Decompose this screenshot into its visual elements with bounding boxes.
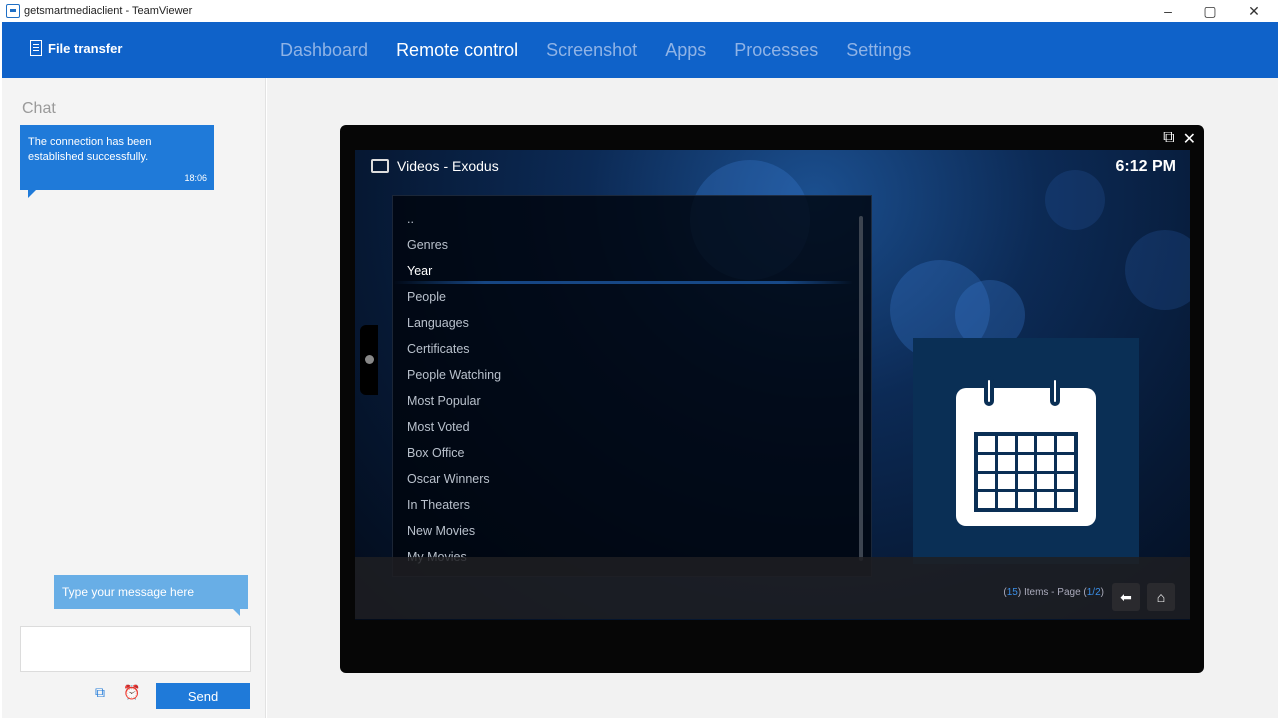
- chat-message-text: The connection has been established succ…: [28, 136, 152, 163]
- popout-icon[interactable]: ⧉: [1163, 129, 1174, 149]
- list-scrollbar[interactable]: [859, 216, 863, 561]
- app-header: File transfer Dashboard Remote control S…: [2, 22, 1278, 78]
- main-tabs: Dashboard Remote control Screenshot Apps…: [266, 22, 925, 78]
- frame-tools: ⧉ ✕: [1163, 129, 1196, 149]
- close-session-icon[interactable]: ✕: [1183, 129, 1196, 149]
- tab-screenshot[interactable]: Screenshot: [546, 40, 637, 61]
- list-item[interactable]: People: [393, 284, 853, 310]
- item-count-mid: ) Items - Page (: [1017, 587, 1087, 598]
- chat-pane: Chat The connection has been established…: [2, 78, 266, 718]
- list-item[interactable]: Certificates: [393, 336, 853, 362]
- teamviewer-icon: [6, 4, 20, 18]
- tab-apps[interactable]: Apps: [665, 40, 706, 61]
- kodi-menu-list: .. Genres Year People Languages Certific…: [392, 195, 872, 577]
- list-item[interactable]: Oscar Winners: [393, 466, 853, 492]
- list-item-selected[interactable]: Year: [393, 258, 853, 284]
- alarm-icon[interactable]: ⏰: [122, 682, 142, 702]
- back-arrow-icon[interactable]: ⬅: [1112, 583, 1140, 611]
- calendar-thumbnail: [913, 338, 1139, 564]
- chat-message: The connection has been established succ…: [20, 125, 214, 198]
- screenshot-share-icon[interactable]: ⧉: [90, 682, 110, 702]
- tab-settings[interactable]: Settings: [846, 40, 911, 61]
- list-item[interactable]: Box Office: [393, 440, 853, 466]
- list-item[interactable]: Most Voted: [393, 414, 853, 440]
- chat-message-input[interactable]: [20, 626, 251, 672]
- list-item[interactable]: New Movies: [393, 518, 853, 544]
- list-item[interactable]: Languages: [393, 310, 853, 336]
- chat-message-time: 18:06: [184, 173, 207, 183]
- minimize-button[interactable]: –: [1146, 0, 1190, 22]
- chat-title: Chat: [22, 100, 56, 117]
- chat-input-hint: Type your message here: [54, 575, 248, 616]
- window-title-bar: getsmartmediaclient - TeamViewer – ▢ ✕: [0, 0, 1280, 22]
- tab-dashboard[interactable]: Dashboard: [280, 40, 368, 61]
- home-icon[interactable]: ⌂: [1147, 583, 1175, 611]
- list-item[interactable]: In Theaters: [393, 492, 853, 518]
- tab-processes[interactable]: Processes: [734, 40, 818, 61]
- list-item[interactable]: Genres: [393, 232, 853, 258]
- maximize-button[interactable]: ▢: [1188, 0, 1232, 22]
- list-item[interactable]: ..: [393, 206, 853, 232]
- item-count-total: 15: [1006, 587, 1018, 598]
- tab-remote-control[interactable]: Remote control: [396, 40, 518, 61]
- video-icon: [371, 159, 389, 173]
- kodi-clock: 6:12 PM: [1115, 158, 1176, 175]
- list-item[interactable]: People Watching: [393, 362, 853, 388]
- document-icon: [30, 40, 42, 56]
- item-count: (15) Items - Page (1/2): [1003, 587, 1104, 598]
- remote-screen[interactable]: Videos - Exodus 6:12 PM .. Genres Year P…: [355, 150, 1190, 620]
- item-count-page: 1/2: [1086, 587, 1101, 598]
- file-transfer-button[interactable]: File transfer: [30, 40, 122, 56]
- kodi-title-text: Videos - Exodus: [397, 158, 499, 174]
- file-transfer-label: File transfer: [48, 40, 123, 56]
- close-button[interactable]: ✕: [1232, 0, 1276, 22]
- item-count-suffix: ): [1100, 587, 1104, 598]
- kodi-title: Videos - Exodus: [371, 158, 499, 174]
- list-item[interactable]: Most Popular: [393, 388, 853, 414]
- window-title: getsmartmediaclient - TeamViewer: [24, 5, 193, 17]
- calendar-icon: [956, 376, 1096, 526]
- side-menu-handle[interactable]: [360, 325, 378, 395]
- send-button[interactable]: Send: [156, 683, 250, 709]
